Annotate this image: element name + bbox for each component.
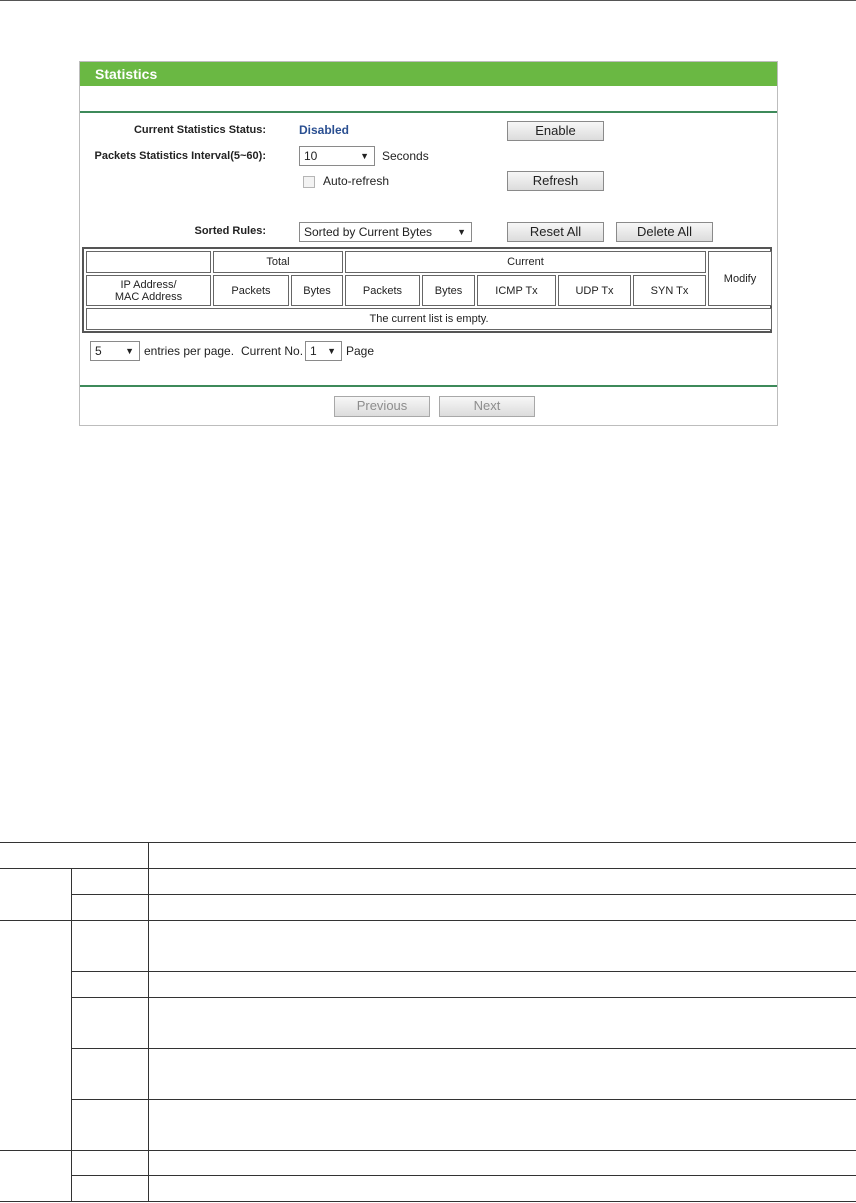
entries-per-page-select[interactable]: 5 ▼ <box>90 341 140 361</box>
table-group-current: Current <box>345 251 706 273</box>
table-rule <box>71 1175 856 1176</box>
table-rule <box>0 1201 856 1202</box>
status-value: Disabled <box>299 123 350 137</box>
table-rule <box>71 894 856 895</box>
page-label: Page <box>346 344 375 358</box>
interval-unit: Seconds <box>382 149 429 163</box>
refresh-button[interactable]: Refresh <box>507 171 604 191</box>
current-page-select[interactable]: 1 ▼ <box>305 341 342 361</box>
sorted-rules-label: Sorted Rules: <box>194 225 266 237</box>
entries-per-page-label: entries per page. <box>144 344 235 358</box>
statistics-panel: Statistics Current Statistics Status: Di… <box>79 61 778 426</box>
status-label: Current Statistics Status: <box>133 124 266 136</box>
mac-address-label: MAC Address <box>114 290 183 303</box>
table-rule <box>71 1099 856 1100</box>
next-button[interactable]: Next <box>439 396 535 417</box>
chevron-down-icon: ▼ <box>360 151 369 161</box>
top-rule <box>0 0 856 1</box>
delete-all-button[interactable]: Delete All <box>616 222 713 242</box>
table-col-ip-mac: IP Address/ MAC Address <box>86 275 211 306</box>
divider-top <box>80 111 777 113</box>
sorted-rules-select[interactable]: Sorted by Current Bytes ▼ <box>299 222 472 242</box>
entries-per-page-value: 5 <box>95 344 102 358</box>
table-col-total-packets: Packets <box>213 275 289 306</box>
table-col-modify: Modify <box>708 251 772 306</box>
table-col-udp-tx: UDP Tx <box>558 275 631 306</box>
table-rule <box>0 842 856 843</box>
table-rule <box>71 1048 856 1049</box>
table-col-total-bytes: Bytes <box>291 275 343 306</box>
reset-all-button[interactable]: Reset All <box>507 222 604 242</box>
table-rule <box>0 1150 856 1151</box>
autorefresh-label: Auto-refresh <box>323 174 390 188</box>
current-no-label: Current No. <box>241 344 304 358</box>
table-rule <box>71 868 72 1202</box>
table-rule <box>71 997 856 998</box>
table-col-icmp-tx: ICMP Tx <box>477 275 556 306</box>
table-rule <box>0 920 856 921</box>
table-rule <box>0 868 856 869</box>
statistics-table: Total Current Modify IP Address/ MAC Add… <box>82 247 772 333</box>
previous-button[interactable]: Previous <box>334 396 430 417</box>
enable-button[interactable]: Enable <box>507 121 604 141</box>
chevron-down-icon: ▼ <box>125 346 134 356</box>
current-page-value: 1 <box>310 344 317 358</box>
table-rule <box>148 842 149 1202</box>
table-header-blank <box>86 251 211 273</box>
interval-select[interactable]: 10 ▼ <box>299 146 375 166</box>
panel-title: Statistics <box>80 62 777 86</box>
ip-address-label: IP Address/ <box>120 278 177 291</box>
chevron-down-icon: ▼ <box>327 346 336 356</box>
interval-label: Packets Statistics Interval(5~60): <box>94 150 266 162</box>
autorefresh-checkbox[interactable] <box>303 176 315 188</box>
table-col-current-packets: Packets <box>345 275 420 306</box>
sorted-rules-value: Sorted by Current Bytes <box>304 225 433 239</box>
table-empty-message: The current list is empty. <box>86 308 772 330</box>
table-group-total: Total <box>213 251 343 273</box>
table-col-current-bytes: Bytes <box>422 275 475 306</box>
table-col-syn-tx: SYN Tx <box>633 275 706 306</box>
table-rule <box>71 971 856 972</box>
interval-value: 10 <box>304 149 318 163</box>
divider-bottom <box>80 385 777 387</box>
chevron-down-icon: ▼ <box>457 227 466 237</box>
